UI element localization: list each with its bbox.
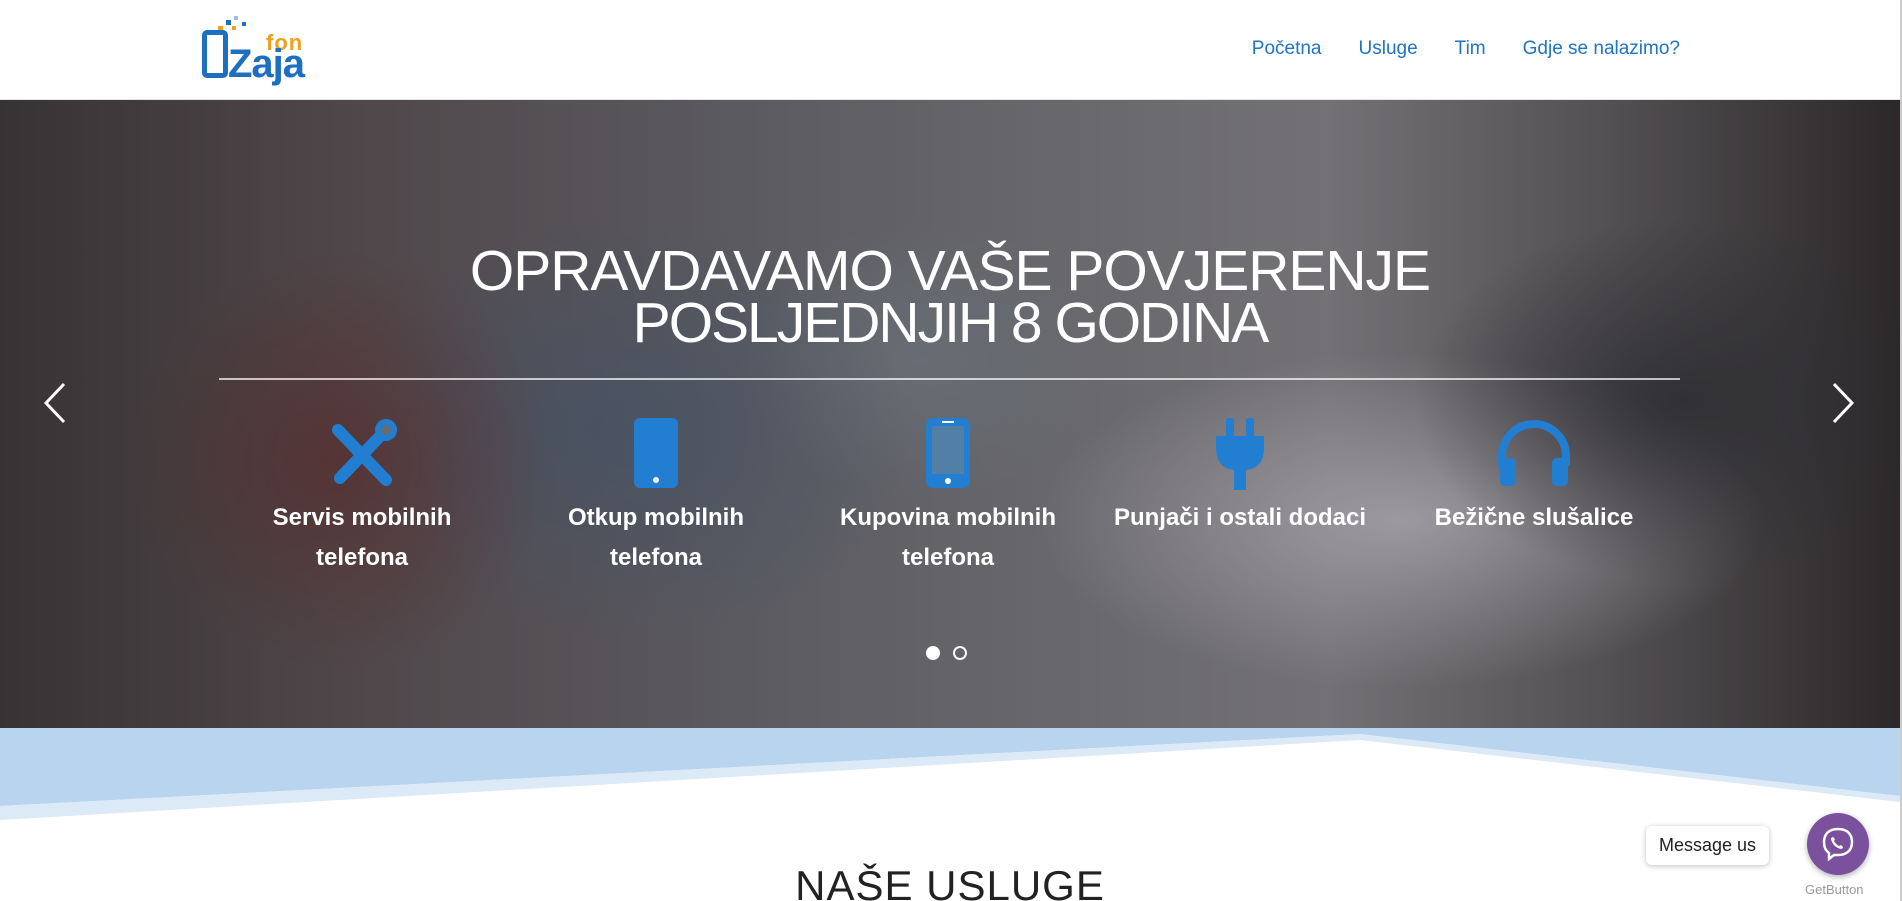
slider-next-arrow-icon[interactable] bbox=[1828, 378, 1858, 428]
section-title-usluge: NAŠE USLUGE bbox=[795, 862, 1105, 901]
nav-item-usluge[interactable]: Usluge bbox=[1359, 38, 1418, 60]
chat-message-bubble[interactable]: Message us bbox=[1646, 826, 1770, 865]
service-label: Servis mobilnih telefona bbox=[272, 504, 452, 571]
site-header: fon Zaja Početna Usluge Tim Gdje se nala… bbox=[0, 0, 1900, 100]
headphones-icon bbox=[1498, 420, 1570, 486]
nav-item-pocetna[interactable]: Početna bbox=[1252, 38, 1322, 60]
service-item-punjaci: Punjači i ostali dodaci bbox=[1110, 418, 1370, 538]
hero-title-line2: POSLJEDNJIH 8 GODINA bbox=[632, 291, 1270, 355]
main-nav: Početna Usluge Tim Gdje se nalazimo? bbox=[1252, 38, 1680, 60]
section-wave-divider bbox=[0, 728, 1900, 820]
hero-divider bbox=[219, 378, 1680, 380]
service-item-kupovina: Kupovina mobilnih telefona bbox=[838, 418, 1058, 578]
service-item-otkup: Otkup mobilnih telefona bbox=[556, 418, 756, 578]
slider-prev-arrow-icon[interactable] bbox=[40, 378, 70, 428]
service-item-servis: Servis mobilnih telefona bbox=[262, 418, 462, 578]
nav-item-tim[interactable]: Tim bbox=[1455, 38, 1486, 60]
nav-item-lokacija[interactable]: Gdje se nalazimo? bbox=[1523, 38, 1680, 60]
slider-dot-2[interactable] bbox=[953, 646, 967, 660]
slider-dot-1[interactable] bbox=[926, 646, 940, 660]
mobile-phone-icon bbox=[926, 418, 970, 488]
logo-text-main: Zaja bbox=[228, 42, 305, 86]
service-label: Punjači i ostali dodaci bbox=[1113, 504, 1367, 531]
site-logo[interactable]: fon Zaja bbox=[202, 16, 314, 86]
hero-slider: OPRAVDAVAMO VAŠE POVJERENJE POSLJEDNJIH … bbox=[0, 100, 1900, 730]
service-label: Bežične slušalice bbox=[1434, 504, 1634, 531]
viber-chat-button[interactable] bbox=[1807, 813, 1869, 875]
plug-icon bbox=[1216, 418, 1264, 490]
tablet-icon bbox=[634, 418, 678, 488]
slider-pagination bbox=[926, 646, 967, 660]
service-label: Otkup mobilnih telefona bbox=[568, 504, 744, 571]
viber-phone-icon bbox=[1822, 827, 1854, 861]
service-item-slusalice: Bežične slušalice bbox=[1424, 418, 1644, 538]
logo-phone-icon bbox=[202, 30, 228, 78]
getbutton-credit[interactable]: GetButton bbox=[1805, 882, 1864, 897]
service-label: Kupovina mobilnih telefona bbox=[840, 504, 1056, 571]
tools-icon bbox=[332, 419, 397, 486]
